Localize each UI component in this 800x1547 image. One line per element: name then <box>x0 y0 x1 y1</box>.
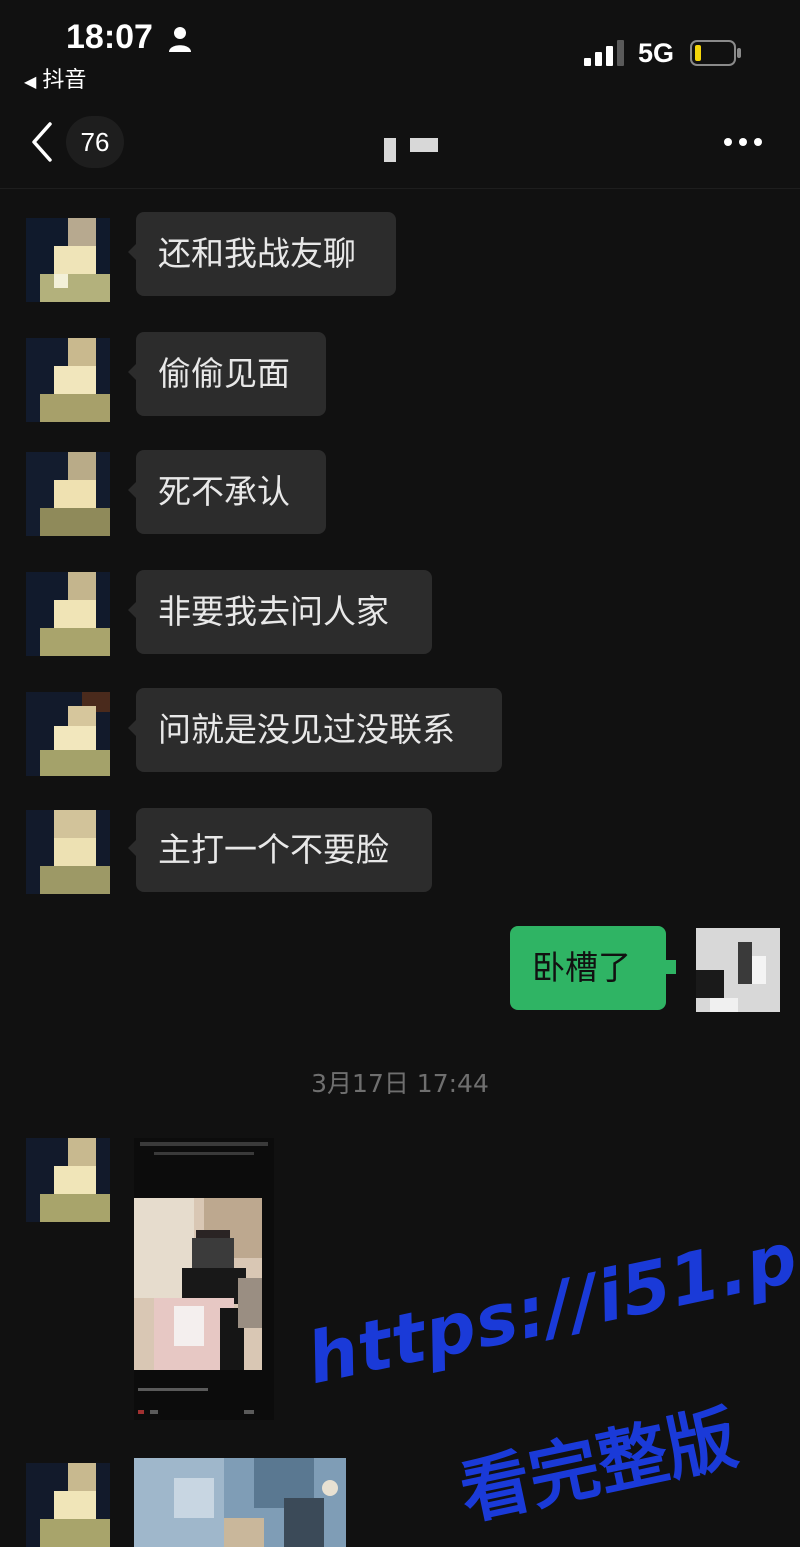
message-bubble-incoming[interactable]: 偷偷见面 <box>128 332 326 416</box>
contact-avatar[interactable] <box>26 452 110 536</box>
message-bubble-incoming[interactable]: 非要我去问人家 <box>128 570 432 654</box>
person-icon <box>169 27 191 52</box>
dot <box>739 138 747 146</box>
chevron-left-icon[interactable] <box>28 120 58 164</box>
dot <box>724 138 732 146</box>
back-triangle-icon: ◀ <box>24 72 37 91</box>
contact-avatar[interactable] <box>26 692 110 776</box>
more-icon[interactable] <box>718 130 768 154</box>
signal-icon <box>584 40 624 66</box>
message-bubble-outgoing[interactable]: 卧槽了 <box>510 926 676 1010</box>
network-type: 5G <box>638 38 675 68</box>
watermark: https://i51.pro 看完整版 <box>300 1199 800 1540</box>
contact-avatar[interactable] <box>26 338 110 422</box>
back-app-label: 抖音 <box>42 68 87 93</box>
message-bubble-incoming[interactable]: 死不承认 <box>128 450 326 534</box>
contact-avatar[interactable] <box>26 1138 110 1222</box>
dot <box>754 138 762 146</box>
message-timestamp: 3月17日 17:44 <box>311 1069 489 1098</box>
title-block <box>410 138 438 152</box>
title-block <box>384 138 396 162</box>
message-bubble-incoming[interactable]: 问就是没见过没联系 <box>128 688 502 772</box>
message-bubble-incoming[interactable]: 主打一个不要脸 <box>128 808 432 892</box>
back-to-app-link[interactable]: ◀ 抖音 <box>24 62 86 94</box>
contact-avatar[interactable] <box>26 810 110 894</box>
contact-avatar[interactable] <box>26 1463 110 1547</box>
screenshot-image-content <box>134 1138 274 1420</box>
watermark-cta: 看完整版 <box>453 1396 745 1535</box>
message-bubble-incoming[interactable]: 还和我战友聊 <box>128 212 396 296</box>
battery-icon <box>690 40 741 66</box>
watermark-url: https://i51.pro <box>300 1198 800 1401</box>
contact-avatar[interactable] <box>26 572 110 656</box>
status-bar: 18:07 ◀ 抖音 5G <box>0 0 800 100</box>
unread-count-badge[interactable]: 76 <box>66 116 124 168</box>
clock-time: 18:07 <box>66 18 153 56</box>
my-avatar[interactable] <box>696 928 780 1012</box>
chat-header: 76 <box>0 100 800 189</box>
screenshot-image[interactable] <box>134 1138 274 1420</box>
chat-title-redacted <box>360 130 450 170</box>
contact-avatar[interactable] <box>26 218 110 302</box>
